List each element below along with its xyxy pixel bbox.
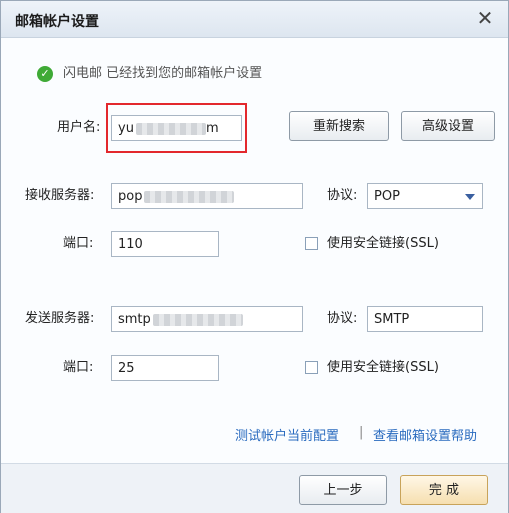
- chevron-down-icon: [465, 194, 475, 200]
- outgoing-protocol-value: SMTP: [374, 312, 410, 327]
- username-label: 用户名:: [57, 120, 101, 135]
- status-text: 闪电邮 已经找到您的邮箱帐户设置: [63, 66, 263, 81]
- help-link[interactable]: 查看邮箱设置帮助: [373, 425, 477, 444]
- outgoing-port-label: 端口:: [63, 360, 94, 375]
- incoming-server-value: pop: [118, 189, 143, 204]
- dialog-title: 邮箱帐户设置: [15, 14, 99, 30]
- outgoing-server-label: 发送服务器:: [25, 311, 95, 326]
- incoming-server-label: 接收服务器:: [25, 188, 95, 203]
- incoming-port-value: 110: [118, 237, 143, 252]
- outgoing-port-value: 25: [118, 361, 135, 376]
- incoming-protocol-label: 协议:: [327, 188, 358, 203]
- outgoing-protocol-label: 协议:: [327, 311, 358, 326]
- outgoing-port-input[interactable]: 25: [111, 355, 219, 381]
- outgoing-protocol-field[interactable]: SMTP: [367, 306, 483, 332]
- check-circle-icon: ✓: [37, 66, 53, 82]
- advanced-settings-button[interactable]: 高级设置: [401, 111, 495, 141]
- outgoing-server-input[interactable]: smtp: [111, 306, 303, 332]
- incoming-ssl-label[interactable]: 使用安全链接(SSL): [327, 230, 439, 258]
- masked-text: [144, 190, 235, 203]
- dialog-footer: 上一步 完 成: [1, 463, 508, 513]
- email-account-settings-dialog: 邮箱帐户设置 ✕ ✓ 闪电邮 已经找到您的邮箱帐户设置 用户名: yu m 重新搜…: [0, 0, 509, 513]
- title-bar[interactable]: 邮箱帐户设置 ✕: [1, 1, 508, 38]
- link-separator: |: [359, 425, 364, 440]
- test-account-link[interactable]: 测试帐户当前配置: [235, 425, 339, 444]
- close-icon[interactable]: ✕: [474, 7, 496, 29]
- back-button[interactable]: 上一步: [299, 475, 387, 505]
- masked-text: [152, 313, 243, 326]
- highlight-box: [106, 103, 247, 153]
- incoming-protocol-select[interactable]: POP: [367, 183, 483, 209]
- incoming-server-input[interactable]: pop: [111, 183, 303, 209]
- outgoing-server-value: smtp: [118, 312, 151, 327]
- incoming-ssl-checkbox[interactable]: [305, 237, 318, 250]
- incoming-port-input[interactable]: 110: [111, 231, 219, 257]
- incoming-port-label: 端口:: [63, 236, 94, 251]
- outgoing-ssl-label[interactable]: 使用安全链接(SSL): [327, 354, 439, 382]
- outgoing-ssl-checkbox[interactable]: [305, 361, 318, 374]
- finish-button[interactable]: 完 成: [400, 475, 488, 505]
- research-button[interactable]: 重新搜索: [289, 111, 389, 141]
- incoming-protocol-value: POP: [374, 189, 400, 204]
